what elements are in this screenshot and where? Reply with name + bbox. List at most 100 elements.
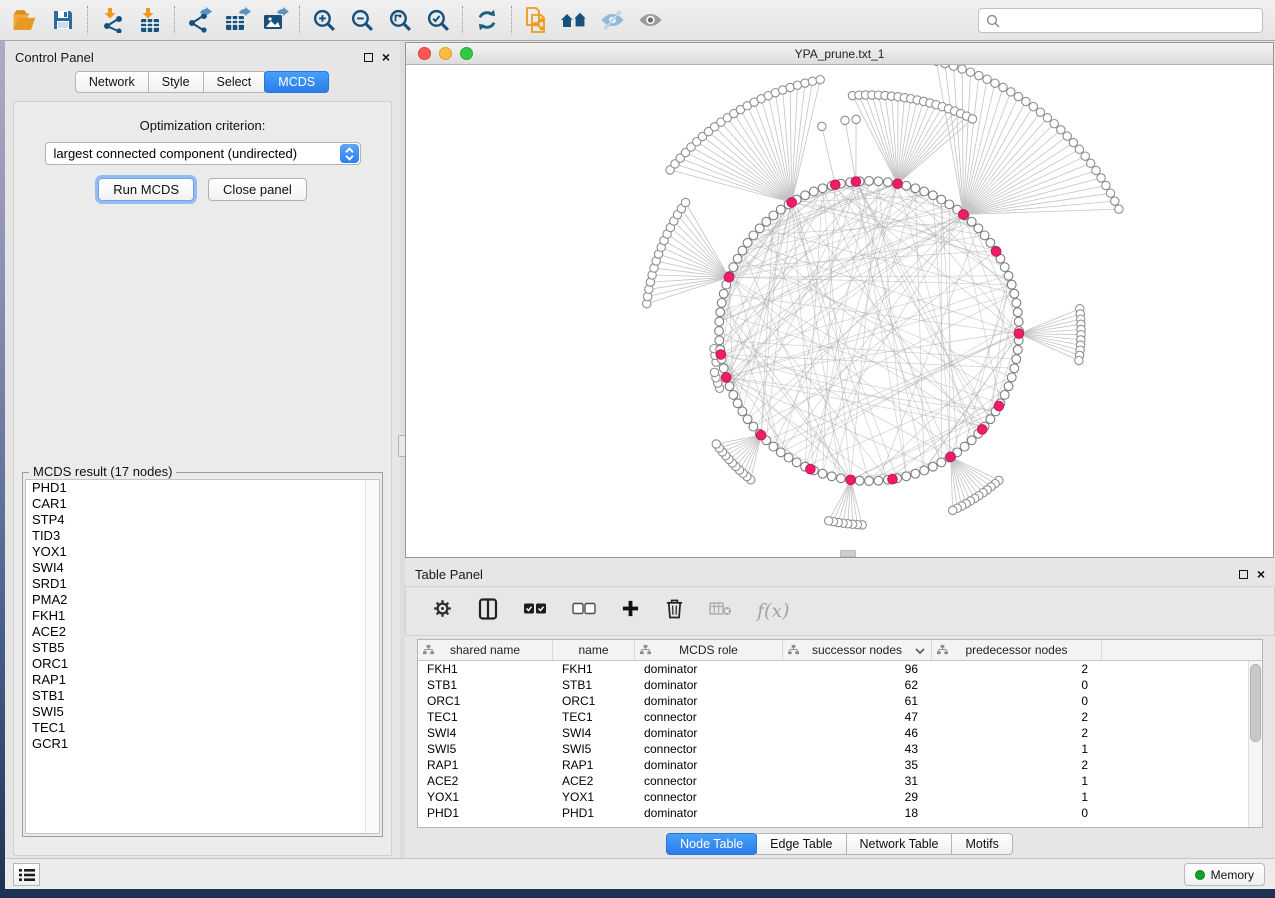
table-row[interactable]: TEC1TEC1connector472 <box>418 709 1262 725</box>
list-item[interactable]: YOX1 <box>26 544 379 560</box>
cell-shared_name: RAP1 <box>418 758 553 772</box>
task-history-button[interactable] <box>13 863 40 886</box>
select-all-icon[interactable] <box>523 602 547 620</box>
optimization-criterion-label: Optimization criterion: <box>14 118 391 133</box>
hide-selected-icon[interactable] <box>593 3 631 37</box>
tab-mcds[interactable]: MCDS <box>264 71 329 93</box>
cell-mcds_role: dominator <box>635 678 783 692</box>
close-icon[interactable]: × <box>382 53 390 62</box>
table-scrollbar-thumb[interactable] <box>1250 664 1261 742</box>
table-panel-tabs: Node TableEdge TableNetwork TableMotifs <box>405 833 1275 855</box>
table-row[interactable]: FKH1FKH1dominator962 <box>418 661 1262 677</box>
deselect-all-icon[interactable] <box>572 602 596 620</box>
table-row[interactable]: PHD1PHD1dominator180 <box>418 805 1262 821</box>
tab-select[interactable]: Select <box>203 71 266 93</box>
float-button[interactable] <box>1239 570 1248 579</box>
cell-predecessor_nodes: 0 <box>932 806 1102 820</box>
table-panel: Table Panel × <box>405 562 1275 858</box>
add-column-icon[interactable] <box>621 599 640 623</box>
list-item[interactable]: ORC1 <box>26 656 379 672</box>
list-item[interactable]: CAR1 <box>26 496 379 512</box>
list-item[interactable]: STB5 <box>26 640 379 656</box>
save-session-icon[interactable] <box>44 3 82 37</box>
column-header-MCDS-role[interactable]: MCDS role <box>635 640 783 660</box>
toolbar-separator <box>511 6 512 34</box>
table-row[interactable]: YOX1YOX1connector291 <box>418 789 1262 805</box>
cell-successor_nodes: 29 <box>783 790 932 804</box>
show-all-icon[interactable] <box>631 3 669 37</box>
open-file-icon[interactable] <box>6 3 44 37</box>
table-row[interactable]: SWI5SWI5connector431 <box>418 741 1262 757</box>
tab-network[interactable]: Network <box>75 71 149 93</box>
list-item[interactable]: FKH1 <box>26 608 379 624</box>
result-list-scrollbar[interactable] <box>365 480 379 833</box>
cell-successor_nodes: 46 <box>783 726 932 740</box>
search-field[interactable] <box>978 8 1263 33</box>
memory-button[interactable]: Memory <box>1184 863 1265 886</box>
zoom-out-icon[interactable] <box>343 3 381 37</box>
list-item[interactable]: STP4 <box>26 512 379 528</box>
network-canvas[interactable] <box>406 65 1273 557</box>
float-button[interactable] <box>364 53 373 62</box>
export-network-icon[interactable] <box>180 3 218 37</box>
column-header-shared-name[interactable]: shared name <box>418 640 553 660</box>
list-item[interactable]: SWI4 <box>26 560 379 576</box>
tab-network-table[interactable]: Network Table <box>846 833 953 855</box>
list-item[interactable]: ACE2 <box>26 624 379 640</box>
list-item[interactable]: GCR1 <box>26 736 379 752</box>
tab-edge-table[interactable]: Edge Table <box>756 833 846 855</box>
new-network-from-selection-icon[interactable] <box>517 3 555 37</box>
close-icon[interactable]: × <box>1257 570 1265 579</box>
list-item[interactable]: STB1 <box>26 688 379 704</box>
cell-name: STB1 <box>553 678 635 692</box>
cell-name: YOX1 <box>553 790 635 804</box>
run-mcds-button[interactable]: Run MCDS <box>98 178 194 201</box>
canvas-scroll-hint[interactable] <box>840 550 856 557</box>
column-header-predecessor-nodes[interactable]: predecessor nodes <box>932 640 1102 660</box>
gear-icon[interactable] <box>432 598 453 624</box>
cell-predecessor_nodes: 0 <box>932 678 1102 692</box>
export-table-icon[interactable] <box>218 3 256 37</box>
list-item[interactable]: PHD1 <box>26 480 379 496</box>
tab-style[interactable]: Style <box>148 71 204 93</box>
table-row[interactable]: STB1STB1dominator620 <box>418 677 1262 693</box>
cell-predecessor_nodes: 2 <box>932 726 1102 740</box>
mcds-result-list[interactable]: PHD1CAR1STP4TID3YOX1SWI4SRD1PMA2FKH1ACE2… <box>25 479 380 834</box>
table-scrollbar[interactable] <box>1248 661 1262 827</box>
close-panel-button[interactable]: Close panel <box>208 178 307 201</box>
table-row[interactable]: RAP1RAP1dominator352 <box>418 757 1262 773</box>
cell-mcds_role: dominator <box>635 758 783 772</box>
table-row[interactable]: ORC1ORC1dominator610 <box>418 693 1262 709</box>
zoom-selected-icon[interactable] <box>419 3 457 37</box>
cell-successor_nodes: 47 <box>783 710 932 724</box>
list-item[interactable]: TID3 <box>26 528 379 544</box>
table-header-row: shared namenameMCDS rolesuccessor nodesp… <box>418 640 1262 661</box>
cell-predecessor_nodes: 0 <box>932 694 1102 708</box>
import-network-icon[interactable] <box>93 3 131 37</box>
column-header-successor-nodes[interactable]: successor nodes <box>783 640 932 660</box>
import-table-icon[interactable] <box>131 3 169 37</box>
list-item[interactable]: PMA2 <box>26 592 379 608</box>
list-item[interactable]: SRD1 <box>26 576 379 592</box>
column-header-name[interactable]: name <box>553 640 635 660</box>
list-item[interactable]: SWI5 <box>26 704 379 720</box>
list-item[interactable]: TEC1 <box>26 720 379 736</box>
criterion-select[interactable]: largest connected component (undirected) <box>45 142 361 165</box>
toolbar-separator <box>462 6 463 34</box>
export-image-icon[interactable] <box>256 3 294 37</box>
tab-motifs[interactable]: Motifs <box>951 833 1012 855</box>
list-item[interactable]: RAP1 <box>26 672 379 688</box>
search-input[interactable] <box>1005 14 1262 28</box>
cell-name: ORC1 <box>553 694 635 708</box>
zoom-in-icon[interactable] <box>305 3 343 37</box>
tab-node-table[interactable]: Node Table <box>666 833 757 855</box>
refresh-icon[interactable] <box>468 3 506 37</box>
memory-label: Memory <box>1211 868 1254 882</box>
first-neighbors-icon[interactable] <box>555 3 593 37</box>
delete-column-icon[interactable] <box>665 598 684 624</box>
columns-icon[interactable] <box>478 598 498 625</box>
table-row[interactable]: SWI4SWI4dominator462 <box>418 725 1262 741</box>
table-row[interactable]: ACE2ACE2connector311 <box>418 773 1262 789</box>
zoom-fit-icon[interactable] <box>381 3 419 37</box>
cell-shared_name: ACE2 <box>418 774 553 788</box>
